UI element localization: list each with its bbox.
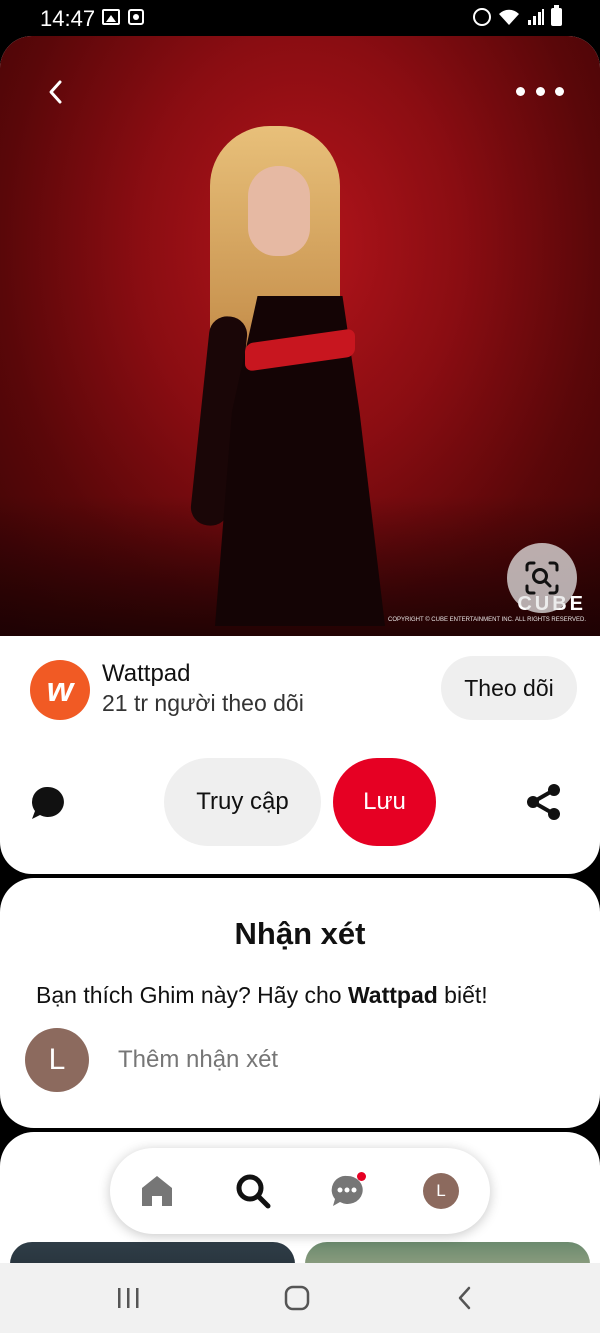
share-icon [527, 784, 560, 820]
comments-card: Nhận xét Bạn thích Ghim này? Hãy cho Wat… [0, 878, 600, 1128]
back-icon [49, 80, 62, 104]
system-home-button[interactable] [277, 1281, 317, 1315]
status-right-icons [473, 5, 562, 26]
user-avatar: L [25, 1028, 89, 1092]
status-time: 14:47 [40, 6, 96, 31]
status-left-icons [102, 9, 144, 25]
action-row: Truy cập Lưu [0, 758, 600, 848]
bottom-nav: L [110, 1148, 490, 1234]
status-bar: 14:47 [0, 0, 600, 36]
screen-record-icon [128, 9, 144, 25]
creator-avatar[interactable]: w [30, 660, 90, 720]
wifi-icon [497, 8, 521, 26]
comments-title: Nhận xét [234, 916, 366, 951]
share-button[interactable] [524, 782, 564, 822]
lens-icon [525, 561, 559, 595]
battery-icon [551, 5, 562, 26]
pin-image[interactable]: CUBE COPYRIGHT © CUBE ENTERTAINMENT INC.… [0, 36, 600, 636]
prompt-suffix: biết! [437, 982, 488, 1008]
creator-name[interactable]: Wattpad [102, 660, 191, 688]
nav-search[interactable] [232, 1170, 274, 1212]
more-options-icon [516, 86, 525, 96]
face [248, 166, 310, 256]
profile-avatar: L [423, 1173, 459, 1209]
alarm-icon [473, 8, 491, 26]
save-button[interactable]: Lưu [333, 758, 436, 846]
visual-search-button[interactable] [507, 543, 577, 613]
watermark-copyright: COPYRIGHT © CUBE ENTERTAINMENT INC. ALL … [387, 617, 586, 623]
creator-followers: 21 tr người theo dõi [102, 690, 304, 716]
prompt-brand: Wattpad [347, 982, 438, 1008]
comment-button[interactable] [28, 784, 66, 822]
pin-card: CUBE COPYRIGHT © CUBE ENTERTAINMENT INC.… [0, 36, 600, 874]
system-nav-bar [0, 1263, 600, 1333]
recents-button[interactable] [108, 1281, 148, 1315]
search-icon [236, 1174, 271, 1209]
system-back-button[interactable] [445, 1281, 485, 1315]
creator-row: w Wattpad 21 tr người theo dõi Theo dõi [0, 656, 600, 732]
follow-button[interactable]: Theo dõi [441, 656, 577, 720]
signal-icon [527, 8, 545, 26]
home-icon [142, 1176, 172, 1206]
system-home-icon [284, 1285, 310, 1311]
nav-profile[interactable]: L [420, 1170, 462, 1212]
nav-messages[interactable] [326, 1170, 368, 1212]
more-options-button[interactable] [516, 76, 564, 106]
comments-prompt: Bạn thích Ghim này? Hãy cho Wattpad biết… [36, 982, 488, 1009]
recents-icon [118, 1288, 139, 1308]
prompt-prefix: Bạn thích Ghim này? Hãy cho [36, 982, 348, 1008]
back-button[interactable] [36, 72, 76, 112]
nav-home[interactable] [136, 1170, 178, 1212]
figure [189, 126, 410, 636]
gallery-icon [102, 9, 120, 25]
system-back-icon [458, 1286, 471, 1310]
visit-button[interactable]: Truy cập [164, 758, 321, 846]
add-comment-input[interactable] [118, 1042, 518, 1078]
comment-icon [32, 786, 64, 819]
notification-dot [357, 1172, 366, 1181]
